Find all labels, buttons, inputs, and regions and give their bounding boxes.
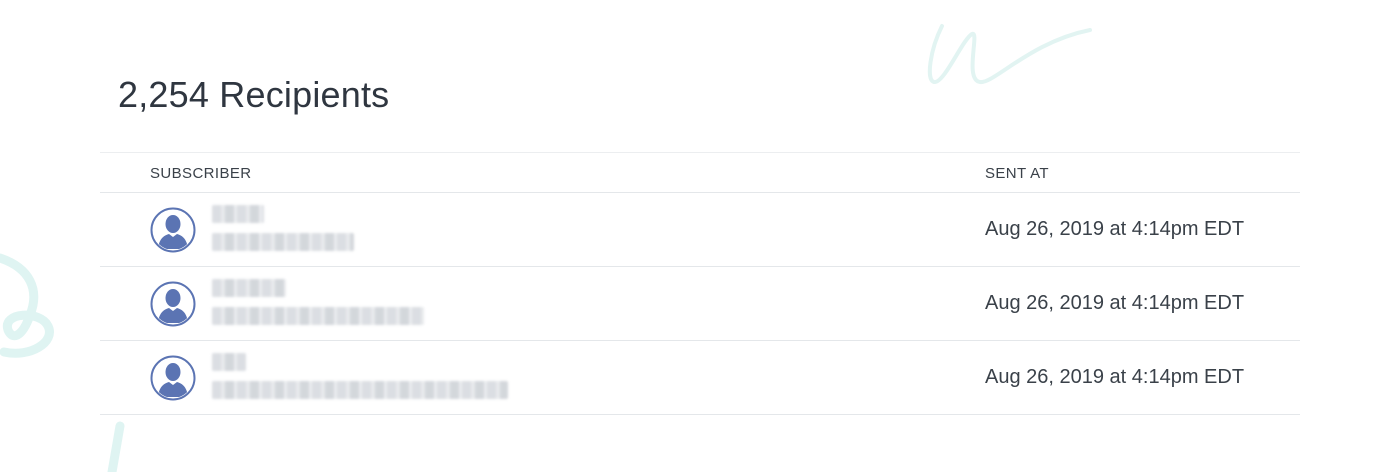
subscriber-name-redacted (212, 205, 264, 223)
user-avatar-icon (150, 207, 196, 253)
table-row[interactable]: Aug 26, 2019 at 4:14pm EDT (100, 341, 1300, 415)
recipients-table: SUBSCRIBER SENT AT Aug 26, 2019 at 4:14p… (100, 152, 1300, 415)
user-avatar-icon (150, 281, 196, 327)
user-avatar-icon (150, 355, 196, 401)
column-header-subscriber[interactable]: SUBSCRIBER (150, 165, 252, 182)
subscriber-email-redacted (212, 307, 424, 325)
table-header-row: SUBSCRIBER SENT AT (100, 152, 1300, 193)
sent-at-value: Aug 26, 2019 at 4:14pm EDT (985, 218, 1245, 240)
sent-at-value: Aug 26, 2019 at 4:14pm EDT (985, 366, 1245, 388)
subscriber-email-redacted (212, 381, 508, 399)
page-title: 2,254 Recipients (118, 74, 390, 115)
sent-at-value: Aug 26, 2019 at 4:14pm EDT (985, 292, 1245, 314)
subscriber-name-redacted (212, 279, 286, 297)
column-header-sent-at[interactable]: SENT AT (985, 165, 1049, 182)
recipients-page: 2,254 Recipients SUBSCRIBER SENT AT Aug … (0, 0, 1400, 472)
decorative-squiggle-top (927, 24, 1092, 84)
table-row[interactable]: Aug 26, 2019 at 4:14pm EDT (100, 193, 1300, 267)
subscriber-name-redacted (212, 353, 246, 371)
table-row[interactable]: Aug 26, 2019 at 4:14pm EDT (100, 267, 1300, 341)
subscriber-email-redacted (212, 233, 354, 251)
